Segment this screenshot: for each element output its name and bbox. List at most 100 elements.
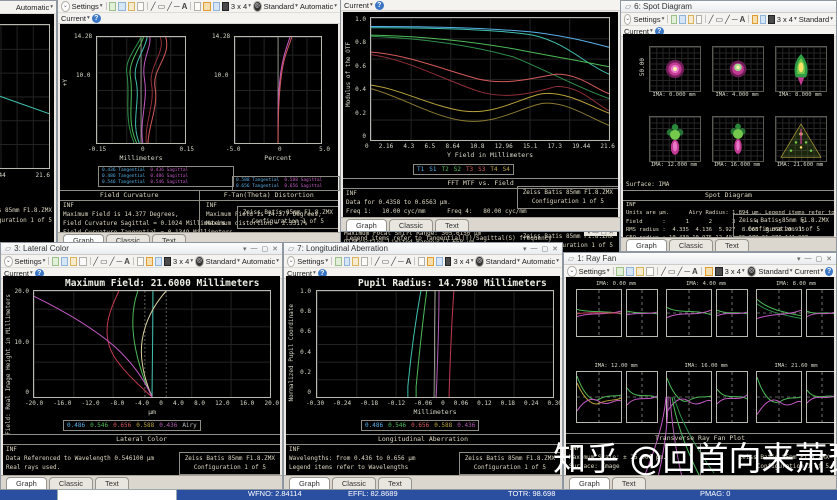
settings-dropdown[interactable]: Settings (72, 2, 103, 11)
text-tool-icon[interactable]: A (692, 267, 698, 276)
text-tool-icon[interactable]: A (182, 2, 188, 11)
save-icon[interactable] (352, 256, 360, 266)
copy-icon[interactable] (626, 266, 635, 276)
grid-layout-dropdown[interactable]: 3 x 4 (725, 267, 745, 276)
pin-button[interactable]: ▾ (797, 255, 801, 263)
refresh-icon[interactable] (670, 14, 678, 24)
aspect-icon[interactable]: ◎ (475, 255, 484, 267)
settings-chevron-icon[interactable]: ⌄ (624, 13, 632, 25)
color-grid-icon[interactable] (751, 14, 759, 24)
text-tool-icon[interactable]: A (740, 15, 746, 24)
save-icon[interactable] (70, 256, 78, 266)
settings-dropdown[interactable]: Settings (297, 257, 328, 266)
close-button[interactable]: ✕ (826, 255, 832, 263)
settings-chevron-icon[interactable]: ⌄ (61, 0, 70, 12)
dash-tool-icon[interactable]: ─ (398, 257, 404, 266)
rect-tool-icon[interactable]: ▭ (382, 257, 390, 266)
arrow-tool-icon[interactable]: ╱ (391, 257, 396, 266)
maximize-button[interactable]: ▢ (262, 245, 269, 253)
tab-text[interactable]: Text (611, 477, 646, 489)
settings-dropdown[interactable]: Settings (633, 15, 664, 24)
rect-tool-icon[interactable]: ▭ (668, 267, 676, 276)
help-icon[interactable]: ? (374, 0, 384, 10)
lock-icon[interactable] (418, 256, 425, 266)
tab-graph[interactable]: Graph (6, 477, 47, 489)
minimize-button[interactable]: — (805, 255, 812, 263)
line-tool-icon[interactable]: ╱ (93, 257, 98, 266)
current-dropdown[interactable]: Current (344, 1, 373, 10)
tab-graph[interactable]: Graph (626, 239, 667, 251)
rect-tool-icon[interactable]: ▭ (158, 2, 166, 11)
print-icon[interactable] (79, 256, 87, 266)
standard-dropdown[interactable]: Standard (799, 15, 833, 24)
save-icon[interactable] (636, 266, 645, 276)
glasses-3d-icon[interactable] (221, 1, 229, 11)
window-copy-icon[interactable] (760, 14, 767, 24)
settings-chevron-icon[interactable]: ⌄ (567, 265, 577, 277)
line-tool-icon[interactable]: ╱ (709, 15, 714, 24)
aspect-icon[interactable]: ◎ (252, 0, 262, 12)
refresh-icon[interactable] (334, 256, 342, 266)
tab-graph[interactable]: Graph (569, 477, 610, 489)
tab-text[interactable]: Text (715, 239, 749, 251)
maximize-button[interactable]: ▢ (542, 245, 549, 253)
glasses-3d-icon[interactable] (768, 14, 775, 24)
copy-icon[interactable] (61, 256, 69, 266)
settings-dropdown[interactable]: Settings (579, 267, 610, 276)
glasses-3d-icon[interactable] (163, 256, 172, 266)
print-icon[interactable] (136, 1, 145, 11)
minimize-button[interactable]: — (531, 245, 538, 253)
arrow-tool-icon[interactable]: ╱ (167, 2, 172, 11)
copy-icon[interactable] (679, 14, 686, 24)
tab-classic[interactable]: Classic (48, 477, 94, 489)
tab-graph[interactable]: Graph (289, 477, 330, 489)
line-tool-icon[interactable]: ╱ (375, 257, 380, 266)
color-grid-icon[interactable] (426, 256, 434, 266)
tab-classic[interactable]: Classic (668, 239, 714, 251)
close-button[interactable]: ✕ (272, 245, 278, 253)
refresh-icon[interactable] (616, 266, 625, 276)
window-copy-icon[interactable] (154, 256, 162, 266)
automatic-dropdown[interactable]: Automatic (300, 2, 337, 11)
copy-icon[interactable] (118, 1, 126, 11)
line-tool-icon[interactable]: ╱ (151, 2, 156, 11)
standard-dropdown[interactable]: Standard (758, 267, 792, 276)
grid-layout-dropdown[interactable]: 3 x 4 (777, 15, 797, 24)
print-icon[interactable] (646, 266, 655, 276)
maximize-button[interactable]: ▢ (816, 255, 823, 263)
lock-icon[interactable] (194, 1, 202, 11)
tab-classic[interactable]: Classic (331, 477, 377, 489)
settings-dropdown[interactable]: Settings (15, 257, 46, 266)
color-grid-icon[interactable] (203, 1, 211, 11)
line-tool-icon[interactable]: ╱ (661, 267, 666, 276)
text-tool-icon[interactable]: A (124, 257, 130, 266)
rect-tool-icon[interactable]: ▭ (715, 15, 723, 24)
current-dropdown[interactable]: Current (795, 267, 824, 276)
print-icon[interactable] (695, 14, 703, 24)
lock-icon[interactable] (136, 256, 144, 266)
tab-text[interactable]: Text (95, 477, 129, 489)
settings-chevron-icon[interactable]: ⌄ (4, 255, 13, 267)
aspect-icon[interactable]: ◎ (195, 255, 204, 267)
minimize-button[interactable]: — (251, 245, 258, 253)
arrow-tool-icon[interactable]: ╱ (725, 15, 730, 24)
close-button[interactable]: ✕ (552, 245, 558, 253)
window-copy-icon[interactable] (435, 256, 443, 266)
pin-button[interactable]: ▾ (243, 245, 247, 253)
save-icon[interactable] (127, 1, 135, 11)
print-icon[interactable] (361, 256, 369, 266)
current-dropdown[interactable]: Current (61, 14, 90, 23)
color-grid-icon[interactable] (145, 256, 153, 266)
pin-button[interactable]: ▾ (523, 245, 527, 253)
glasses-3d-icon[interactable] (444, 256, 452, 266)
arrow-tool-icon[interactable]: ╱ (678, 267, 683, 276)
dash-tool-icon[interactable]: ─ (732, 15, 738, 24)
grid-layout-dropdown[interactable]: 3 x 4 (173, 257, 193, 266)
dash-tool-icon[interactable]: ─ (174, 2, 180, 11)
tab-classic[interactable]: Classic (388, 219, 434, 231)
automatic-dropdown[interactable]: Automatic (16, 3, 53, 12)
help-icon[interactable]: ? (825, 266, 833, 276)
save-icon[interactable] (687, 14, 694, 24)
help-icon[interactable]: ? (91, 13, 101, 23)
standard-dropdown[interactable]: Standard (264, 2, 298, 11)
